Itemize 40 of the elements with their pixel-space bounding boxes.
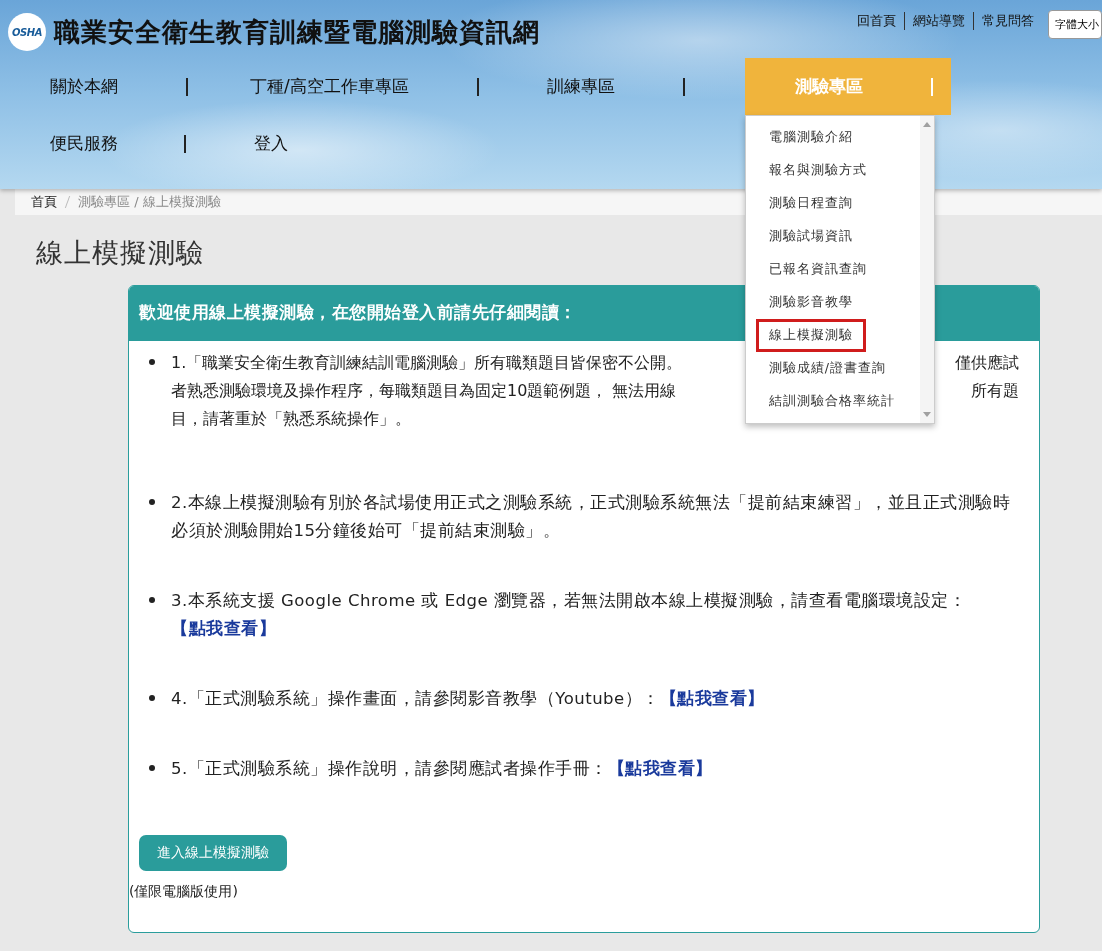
font-size-select[interactable]: 字體大小 (1048, 10, 1102, 39)
top-link[interactable]: 回首頁 (849, 12, 904, 30)
bullet-icon (149, 597, 155, 603)
link[interactable]: 【點我查看】 (171, 619, 276, 638)
notice-text: 所有題 (971, 380, 1019, 402)
scroll-up-icon[interactable] (922, 122, 931, 127)
logo[interactable]: OSHA (8, 13, 46, 51)
bullet-icon (149, 499, 155, 505)
notice-text: 目，請著重於「熟悉系統操作」。 (171, 408, 411, 430)
notice-text: 1.「職業安全衛生教育訓練結訓電腦測驗」所有職類題目皆保密不公開。 (171, 352, 683, 374)
dropdown-item[interactable]: 線上模擬測驗 (755, 319, 866, 352)
scrollbar[interactable] (919, 116, 934, 423)
dropdown-item[interactable]: 已報名資訊查詢 (755, 253, 880, 286)
notice-text: 者熟悉測驗環境及操作程序，每職類題目為固定10題範例題， 無法用線 (171, 380, 677, 402)
breadcrumb-link[interactable]: 測驗專區 / 線上模擬測驗 (78, 193, 221, 211)
bullet-icon (149, 695, 155, 701)
notice-text: 5.「正式測驗系統」操作說明，請參閱應試者操作手冊：【點我查看】 (171, 758, 714, 780)
note-text: (僅限電腦版使用) (129, 883, 239, 901)
dropdown-item[interactable]: 測驗影音教學 (755, 286, 866, 319)
link[interactable]: 【點我查看】 (607, 759, 713, 778)
top-link[interactable]: 常見問答 (973, 12, 1042, 30)
top-link[interactable]: 網站導覽 (904, 12, 973, 30)
dropdown-item[interactable]: 測驗成績/證書查詢 (755, 352, 899, 385)
dropdown-item[interactable]: 測驗試場資訊 (755, 220, 866, 253)
site-title: 職業安全衛生教育訓練暨電腦測驗資訊網 (54, 15, 540, 49)
breadcrumb-link[interactable]: 首頁 (31, 193, 57, 211)
dropdown-item[interactable]: 報名與測驗方式 (755, 154, 880, 187)
dropdown-item[interactable]: 測驗日程查詢 (755, 187, 866, 220)
link[interactable]: 【點我查看】 (659, 689, 765, 708)
page-title: 線上模擬測驗 (36, 236, 204, 270)
nav-item[interactable]: 登入 (186, 115, 358, 172)
bullet-icon (149, 765, 155, 771)
dropdown-item[interactable]: 電腦測驗介紹 (755, 121, 866, 154)
notice-text: 3.本系統支援 Google Chrome 或 Edge 瀏覽器，若無法開啟本線上模擬測驗，請查看電腦環境設定： 【點我查看】 (171, 590, 968, 640)
notice-text: 4.「正式測驗系統」操作畫面，請參閱影音教學（Youtube）：【點我查看】 (171, 688, 766, 710)
notice-text: 僅供應試 (955, 352, 1019, 374)
bullet-icon (149, 359, 155, 365)
scroll-down-icon[interactable] (922, 412, 931, 417)
dropdown-item[interactable]: 結訓測驗合格率統計 (755, 385, 908, 418)
notice-text: 2.本線上模擬測驗有別於各試場使用正式之測驗系統，正式測驗系統無法「提前結束練習」，並且正式測驗時必須於測驗開始15分鐘後始可「提前結束測驗」。 (171, 492, 1012, 542)
